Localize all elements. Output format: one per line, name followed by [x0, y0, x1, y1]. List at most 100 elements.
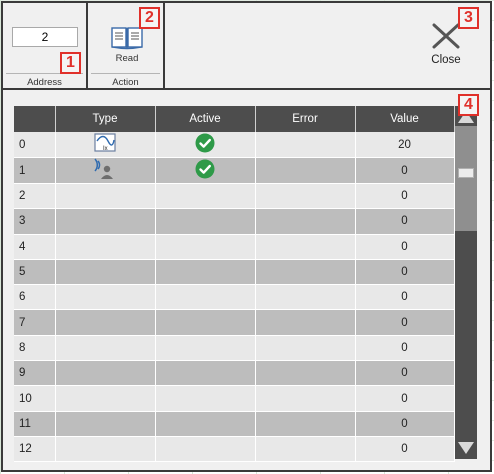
error-cell[interactable]	[255, 132, 356, 158]
address-group-label: Address	[27, 77, 62, 88]
type-cell[interactable]	[55, 208, 156, 235]
active-cell[interactable]	[155, 360, 256, 387]
error-cell[interactable]	[255, 436, 356, 463]
table-row[interactable]: 7 0	[14, 309, 455, 336]
vertical-scrollbar[interactable]	[455, 106, 477, 459]
type-cell[interactable]	[55, 385, 156, 412]
callout-2: 2	[139, 7, 160, 29]
table-row[interactable]: 11 0	[14, 411, 455, 437]
error-cell[interactable]	[255, 259, 356, 286]
error-cell[interactable]	[255, 335, 356, 362]
error-cell[interactable]	[255, 360, 356, 387]
table-row[interactable]: 10 0	[14, 385, 455, 412]
read-button[interactable]: Read	[102, 25, 152, 71]
active-cell[interactable]	[155, 411, 256, 437]
type-cell[interactable]	[55, 411, 156, 437]
value-cell[interactable]: 0	[355, 411, 455, 437]
type-cell[interactable]	[55, 284, 156, 311]
value-cell[interactable]: 0	[355, 183, 455, 210]
error-cell[interactable]	[255, 183, 356, 210]
value-cell[interactable]: 0	[355, 234, 455, 260]
row-index: 10	[14, 385, 56, 412]
error-cell[interactable]	[255, 309, 356, 336]
table-row[interactable]: 1 0	[14, 157, 455, 184]
value-cell[interactable]: 0	[355, 259, 455, 286]
error-cell[interactable]	[255, 411, 356, 437]
close-button-label: Close	[431, 54, 461, 66]
value-cell[interactable]: 0	[355, 309, 455, 336]
active-cell[interactable]	[155, 284, 256, 311]
table-row[interactable]: 9 0	[14, 360, 455, 387]
value-cell[interactable]: 0	[355, 360, 455, 387]
scroll-thumb[interactable]	[458, 168, 474, 178]
callout-4: 4	[458, 94, 479, 116]
active-cell[interactable]	[155, 208, 256, 235]
active-cell[interactable]	[155, 335, 256, 362]
io-monitor-window: Address	[1, 1, 492, 472]
type-cell[interactable]	[55, 157, 156, 184]
error-cell[interactable]	[255, 385, 356, 412]
error-cell[interactable]	[255, 208, 356, 235]
error-cell[interactable]	[255, 157, 356, 184]
row-index: 5	[14, 259, 56, 286]
error-cell[interactable]	[255, 234, 356, 260]
value-cell[interactable]: 0	[355, 335, 455, 362]
type-cell[interactable]	[55, 335, 156, 362]
active-cell[interactable]	[155, 259, 256, 286]
value-cell[interactable]: 20	[355, 132, 455, 158]
address-input[interactable]	[12, 27, 78, 47]
value-cell[interactable]: 0	[355, 284, 455, 311]
ribbon: Address	[3, 3, 490, 90]
type-cell[interactable]	[55, 234, 156, 260]
io-table-panel: 4 Type Active Error Value 0 Ix 20 1 0 2 …	[3, 92, 490, 470]
row-index: 3	[14, 208, 56, 235]
header-index	[14, 106, 56, 132]
callout-3: 3	[458, 7, 479, 29]
type-cell[interactable]	[55, 360, 156, 387]
value-cell[interactable]: 0	[355, 157, 455, 184]
check-circle-icon	[195, 133, 215, 156]
scroll-track[interactable]	[455, 126, 477, 231]
table-row[interactable]: 3 0	[14, 208, 455, 235]
type-cell[interactable]	[55, 436, 156, 463]
value-cell[interactable]: 0	[355, 436, 455, 463]
active-cell[interactable]	[155, 234, 256, 260]
table-row[interactable]: 12 0	[14, 436, 455, 463]
scroll-down-arrow-icon[interactable]	[455, 439, 477, 457]
table-row[interactable]: 8 0	[14, 335, 455, 362]
value-cell[interactable]: 0	[355, 385, 455, 412]
active-cell[interactable]	[155, 183, 256, 210]
type-cell[interactable]	[55, 259, 156, 286]
row-index: 6	[14, 284, 56, 311]
rfid-reader-icon	[92, 158, 118, 183]
header-value: Value	[355, 106, 455, 132]
error-cell[interactable]	[255, 284, 356, 311]
check-circle-icon	[195, 159, 215, 182]
group-divider	[91, 73, 160, 74]
header-error: Error	[255, 106, 356, 132]
table-row[interactable]: 4 0	[14, 234, 455, 260]
table-row[interactable]: 0 Ix 20	[14, 132, 455, 158]
close-button[interactable]: Close	[421, 23, 471, 73]
svg-text:Ix: Ix	[103, 146, 108, 152]
type-cell[interactable]	[55, 309, 156, 336]
io-table-frame: Type Active Error Value 0 Ix 20 1 0 2 0 …	[14, 106, 479, 463]
active-cell[interactable]	[155, 132, 256, 158]
row-index: 7	[14, 309, 56, 336]
table-row[interactable]: 2 0	[14, 183, 455, 210]
table-header-row: Type Active Error Value	[14, 106, 455, 132]
row-index: 9	[14, 360, 56, 387]
active-cell[interactable]	[155, 157, 256, 184]
value-cell[interactable]: 0	[355, 208, 455, 235]
type-cell[interactable]: Ix	[55, 132, 156, 158]
analog-input-icon: Ix	[92, 132, 118, 157]
address-group: Address	[3, 3, 88, 88]
header-active: Active	[155, 106, 256, 132]
active-cell[interactable]	[155, 436, 256, 463]
table-row[interactable]: 6 0	[14, 284, 455, 311]
active-cell[interactable]	[155, 385, 256, 412]
table-row[interactable]: 5 0	[14, 259, 455, 286]
type-cell[interactable]	[55, 183, 156, 210]
row-index: 1	[14, 157, 56, 184]
active-cell[interactable]	[155, 309, 256, 336]
